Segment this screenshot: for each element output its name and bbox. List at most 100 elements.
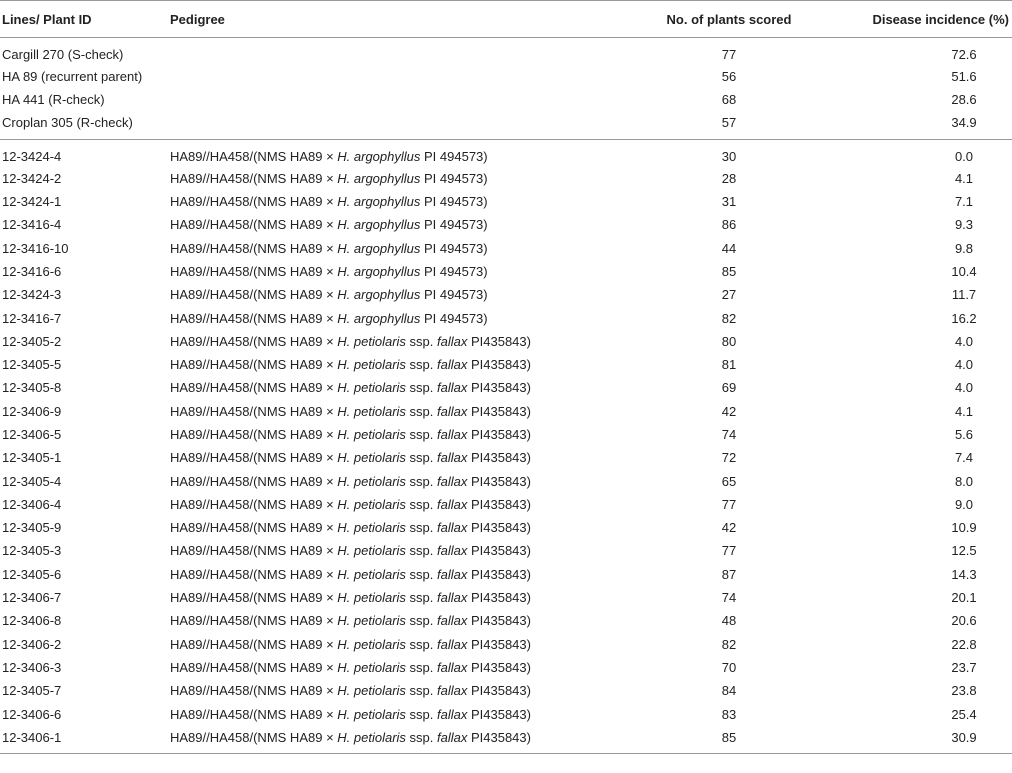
pedigree-suffix: PI435843) bbox=[467, 473, 531, 489]
header-plants-scored: No. of plants scored bbox=[604, 0, 834, 38]
pedigree-cell: HA89//HA458/(NMS HA89 × H. argophyllus P… bbox=[168, 167, 604, 190]
disease-incidence-cell: 34.9 bbox=[951, 114, 977, 130]
plants-scored-cell: 86 bbox=[721, 217, 737, 233]
subspecies-name: fallax bbox=[437, 543, 468, 559]
plants-scored-cell: 70 bbox=[721, 659, 737, 675]
subspecies-name: fallax bbox=[437, 333, 468, 349]
line-id-cell: 12-3424-4 bbox=[0, 138, 168, 167]
pedigree-prefix: HA89//HA458/(NMS HA89 × bbox=[170, 148, 338, 164]
plants-scored-cell: 80 bbox=[721, 333, 737, 349]
species-name: H. petiolaris bbox=[337, 659, 406, 675]
plants-scored-cell: 44 bbox=[721, 240, 737, 256]
line-id-cell: 12-3405-1 bbox=[2, 450, 62, 466]
plants-scored-cell: 48 bbox=[721, 613, 737, 629]
species-name: H. petiolaris bbox=[337, 706, 406, 722]
species-name: H. argophyllus bbox=[337, 240, 421, 256]
plants-scored-cell: 27 bbox=[721, 287, 737, 303]
pedigree-cell bbox=[168, 38, 604, 66]
line-id-cell: 12-3406-7 bbox=[2, 590, 62, 606]
disease-incidence-cell: 28.6 bbox=[951, 92, 977, 108]
pedigree-prefix: HA89//HA458/(NMS HA89 × bbox=[170, 683, 338, 699]
species-name: H. petiolaris bbox=[337, 683, 406, 699]
plants-scored-cell: 72 bbox=[721, 450, 737, 466]
check-row: HA 441 (R-check) 68 28.6 bbox=[0, 88, 1012, 111]
line-id-cell: 12-3416-6 bbox=[2, 263, 62, 279]
disease-incidence-cell: 9.8 bbox=[954, 240, 974, 256]
line-id-cell: 12-3416-4 bbox=[2, 217, 62, 233]
disease-incidence-cell: 12.5 bbox=[951, 543, 977, 559]
pedigree-middle: ssp. bbox=[405, 729, 437, 745]
pedigree-cell: HA89//HA458/(NMS HA89 × H. petiolaris ss… bbox=[168, 423, 604, 446]
table-row: 12-3405-1 HA89//HA458/(NMS HA89 × H. peti… bbox=[0, 446, 1012, 469]
line-id-cell: 12-3405-4 bbox=[2, 473, 62, 489]
subspecies-name: fallax bbox=[437, 403, 468, 419]
pedigree-middle: ssp. bbox=[405, 496, 437, 512]
pedigree-prefix: HA89//HA458/(NMS HA89 × bbox=[170, 240, 338, 256]
table-row: 12-3424-3 HA89//HA458/(NMS HA89 × H. argo… bbox=[0, 283, 1012, 306]
pedigree-cell: HA89//HA458/(NMS HA89 × H. argophyllus P… bbox=[168, 213, 604, 236]
table-row: 12-3406-5 HA89//HA458/(NMS HA89 × H. peti… bbox=[0, 423, 1012, 446]
disease-incidence-table: Lines/ Plant ID Pedigree No. of plants s… bbox=[0, 0, 1012, 755]
line-id-cell: 12-3405-7 bbox=[2, 683, 62, 699]
table-row: 12-3405-9 HA89//HA458/(NMS HA89 × H. peti… bbox=[0, 516, 1012, 539]
species-name: H. petiolaris bbox=[337, 636, 406, 652]
pedigree-cell: HA89//HA458/(NMS HA89 × H. petiolaris ss… bbox=[168, 330, 604, 353]
subspecies-name: fallax bbox=[437, 380, 468, 396]
subspecies-name: fallax bbox=[437, 357, 468, 373]
pedigree-middle: ssp. bbox=[405, 566, 437, 582]
subspecies-name: fallax bbox=[437, 590, 468, 606]
pedigree-cell: HA89//HA458/(NMS HA89 × H. petiolaris ss… bbox=[168, 563, 604, 586]
pedigree-suffix: PI 494573) bbox=[420, 287, 488, 303]
table-row: 12-3406-1 HA89//HA458/(NMS HA89 × H. peti… bbox=[0, 725, 1012, 755]
pedigree-cell bbox=[168, 112, 604, 140]
pedigree-prefix: HA89//HA458/(NMS HA89 × bbox=[170, 636, 338, 652]
pedigree-suffix: PI435843) bbox=[467, 450, 531, 466]
subspecies-name: fallax bbox=[437, 683, 468, 699]
pedigree-suffix: PI435843) bbox=[467, 659, 531, 675]
table-row: 12-3416-6 HA89//HA458/(NMS HA89 × H. argo… bbox=[0, 260, 1012, 283]
pedigree-suffix: PI435843) bbox=[467, 403, 531, 419]
disease-incidence-cell: 14.3 bbox=[951, 566, 977, 582]
line-id-cell: 12-3406-6 bbox=[2, 706, 62, 722]
pedigree-cell: HA89//HA458/(NMS HA89 × H. argophyllus P… bbox=[168, 138, 604, 167]
disease-incidence-cell: 5.6 bbox=[954, 427, 974, 442]
check-row: Croplan 305 (R-check) 57 34.9 bbox=[0, 112, 1012, 140]
pedigree-cell: HA89//HA458/(NMS HA89 × H. petiolaris ss… bbox=[168, 469, 604, 492]
pedigree-suffix: PI435843) bbox=[467, 520, 531, 536]
pedigree-cell: HA89//HA458/(NMS HA89 × H. petiolaris ss… bbox=[168, 400, 604, 423]
plants-scored-cell: 84 bbox=[721, 683, 737, 699]
table-row: 12-3424-4 HA89//HA458/(NMS HA89 × H. argo… bbox=[0, 138, 1012, 167]
plants-scored-cell: 85 bbox=[604, 725, 834, 755]
species-name: H. petiolaris bbox=[337, 403, 406, 419]
table-header: Lines/ Plant ID Pedigree No. of plants s… bbox=[0, 0, 1012, 38]
pedigree-cell: HA89//HA458/(NMS HA89 × H. argophyllus P… bbox=[168, 306, 604, 329]
disease-incidence-cell: 23.7 bbox=[951, 659, 977, 675]
pedigree-middle: ssp. bbox=[405, 683, 437, 699]
pedigree-suffix: PI435843) bbox=[467, 636, 531, 652]
subspecies-name: fallax bbox=[437, 473, 468, 489]
pedigree-middle: ssp. bbox=[405, 380, 437, 396]
line-id-cell: 12-3405-8 bbox=[2, 380, 62, 396]
pedigree-middle: ssp. bbox=[405, 659, 437, 675]
plants-scored-cell: 82 bbox=[721, 310, 737, 326]
pedigree-prefix: HA89//HA458/(NMS HA89 × bbox=[170, 590, 338, 606]
species-name: H. petiolaris bbox=[337, 357, 406, 373]
pedigree-suffix: PI435843) bbox=[467, 613, 531, 629]
disease-incidence-cell: 4.1 bbox=[954, 170, 974, 186]
species-name: H. petiolaris bbox=[337, 543, 406, 559]
pedigree-cell: HA89//HA458/(NMS HA89 × H. petiolaris ss… bbox=[168, 679, 604, 702]
pedigree-cell: HA89//HA458/(NMS HA89 × H. argophyllus P… bbox=[168, 190, 604, 213]
line-id-cell: Croplan 305 (R-check) bbox=[2, 114, 133, 130]
pedigree-middle: ssp. bbox=[405, 450, 437, 466]
table-row: 12-3406-4 HA89//HA458/(NMS HA89 × H. peti… bbox=[0, 493, 1012, 516]
plants-scored-cell: 42 bbox=[721, 520, 737, 536]
pedigree-cell: HA89//HA458/(NMS HA89 × H. petiolaris ss… bbox=[168, 493, 604, 516]
pedigree-suffix: PI435843) bbox=[467, 543, 531, 559]
disease-incidence-cell: 7.4 bbox=[954, 450, 974, 466]
line-id-cell: 12-3406-8 bbox=[2, 613, 62, 629]
disease-incidence-cell: 9.3 bbox=[954, 217, 974, 233]
pedigree-suffix: PI435843) bbox=[467, 380, 531, 396]
line-id-cell: 12-3424-3 bbox=[2, 287, 62, 303]
disease-incidence-cell: 72.6 bbox=[951, 47, 977, 62]
line-id-cell: 12-3405-2 bbox=[2, 333, 62, 349]
